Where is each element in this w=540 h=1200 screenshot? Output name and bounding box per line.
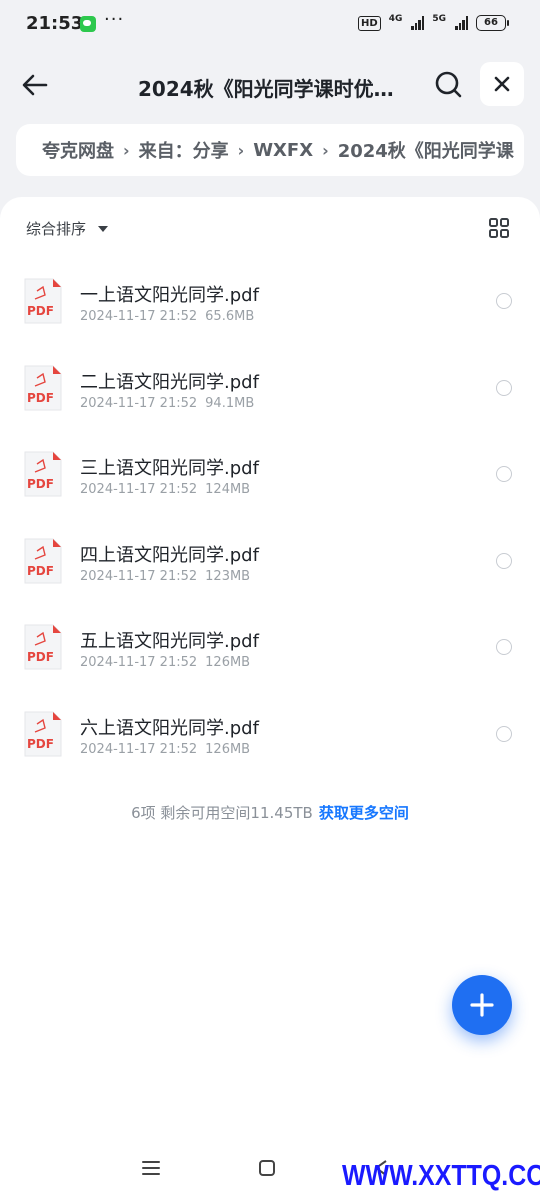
file-meta: 2024-11-17 21:52 94.1MB xyxy=(80,396,254,411)
list-item[interactable]: PDF 四上语文阳光同学.pdf 2024-11-17 21:52 123MB xyxy=(0,515,540,602)
file-size: 126MB xyxy=(205,741,251,757)
status-time: 21:53 xyxy=(26,13,84,34)
file-meta: 2024-11-17 21:52 124MB xyxy=(80,482,250,497)
select-radio[interactable] xyxy=(496,552,512,569)
file-date: 2024-11-17 21:52 xyxy=(80,568,198,584)
file-size: 123MB xyxy=(205,568,251,584)
breadcrumb: 夸克网盘 › 来自：分享 › WXFX › 2024秋《阳光同学课 xyxy=(16,124,524,176)
status-right: HD 4G 5G 66 xyxy=(358,14,509,31)
signal-icon xyxy=(411,16,425,30)
file-date: 2024-11-17 21:52 xyxy=(80,309,198,324)
chevron-right-icon: › xyxy=(237,140,245,160)
page-title: 2024秋《阳光同学课时优… xyxy=(138,77,394,101)
chevron-right-icon: › xyxy=(322,140,329,160)
file-date: 2024-11-17 21:52 xyxy=(80,741,198,757)
pdf-file-icon: PDF xyxy=(24,365,62,411)
menu-icon[interactable] xyxy=(142,1160,160,1176)
breadcrumb-item-folder[interactable]: WXFX xyxy=(253,140,313,161)
back-arrow-icon[interactable] xyxy=(18,68,52,102)
file-name: 一上语文阳光同学.pdf xyxy=(80,285,259,306)
pdf-badge: PDF xyxy=(27,391,54,405)
breadcrumb-item-root[interactable]: 夸克网盘 xyxy=(42,137,114,163)
breadcrumb-item-current[interactable]: 2024秋《阳光同学课 xyxy=(338,137,514,163)
close-button[interactable] xyxy=(480,62,524,106)
sort-label: 综合排序 xyxy=(26,220,87,238)
pdf-file-icon: PDF xyxy=(24,711,62,757)
pdf-badge: PDF xyxy=(27,304,54,318)
network-label-4g: 4G xyxy=(388,14,403,24)
pdf-file-icon: PDF xyxy=(24,278,62,324)
wechat-icon xyxy=(80,16,96,32)
file-size: 124MB xyxy=(205,482,251,498)
sort-dropdown[interactable]: 综合排序 xyxy=(26,218,109,239)
file-meta: 2024-11-17 21:52 65.6MB xyxy=(80,309,254,324)
list-item[interactable]: PDF 二上语文阳光同学.pdf 2024-11-17 21:52 94.1MB xyxy=(0,342,540,429)
watermark-text: WWW.XXTTQ.COM xyxy=(342,1160,540,1192)
plus-icon xyxy=(470,993,494,1017)
storage-summary: 6项 剩余可用空间11.45TB 获取更多空间 xyxy=(0,802,540,823)
list-item[interactable]: PDF 三上语文阳光同学.pdf 2024-11-17 21:52 124MB xyxy=(0,428,540,515)
list-item[interactable]: PDF 六上语文阳光同学.pdf 2024-11-17 21:52 126MB xyxy=(0,688,540,775)
file-name: 三上语文阳光同学.pdf xyxy=(80,458,259,480)
select-radio[interactable] xyxy=(496,725,512,742)
file-size: 94.1MB xyxy=(205,395,255,411)
top-bar: 2024秋《阳光同学课时优… xyxy=(0,56,540,116)
more-notifications-icon: ··· xyxy=(104,9,125,30)
pdf-badge: PDF xyxy=(27,564,54,578)
file-list-panel: 综合排序 PDF 一上语文阳光同学.pdf 2024-11-17 21:52 65… xyxy=(0,197,540,1200)
pdf-badge: PDF xyxy=(27,477,54,491)
network-label-5g: 5G xyxy=(432,14,446,24)
search-icon[interactable] xyxy=(432,68,466,102)
breadcrumb-item-share[interactable]: 来自：分享 xyxy=(139,137,229,163)
home-icon[interactable] xyxy=(259,1160,275,1176)
select-radio[interactable] xyxy=(496,293,512,309)
pdf-badge: PDF xyxy=(27,650,54,664)
storage-text: 6项 剩余可用空间11.45TB xyxy=(131,804,313,822)
file-meta: 2024-11-17 21:52 123MB xyxy=(80,569,250,584)
file-meta: 2024-11-17 21:52 126MB xyxy=(80,655,250,670)
file-date: 2024-11-17 21:52 xyxy=(80,395,198,411)
pdf-file-icon: PDF xyxy=(24,624,62,670)
hd-badge: HD xyxy=(358,15,381,31)
select-radio[interactable] xyxy=(496,639,512,656)
select-radio[interactable] xyxy=(496,379,512,396)
battery-icon: 66 xyxy=(476,15,509,31)
signal-icon-2 xyxy=(455,16,468,30)
add-button[interactable] xyxy=(452,975,512,1035)
list-item[interactable]: PDF 五上语文阳光同学.pdf 2024-11-17 21:52 126MB xyxy=(0,601,540,688)
list-item[interactable]: PDF 一上语文阳光同学.pdf 2024-11-17 21:52 65.6MB xyxy=(0,255,540,342)
grid-view-icon[interactable] xyxy=(488,217,510,239)
get-more-space-link[interactable]: 获取更多空间 xyxy=(319,804,409,822)
pdf-badge: PDF xyxy=(27,737,54,751)
pdf-file-icon: PDF xyxy=(24,538,62,584)
file-size: 65.6MB xyxy=(205,309,255,324)
file-date: 2024-11-17 21:52 xyxy=(80,482,198,498)
file-size: 126MB xyxy=(205,655,251,671)
close-icon xyxy=(494,76,510,92)
caret-down-icon xyxy=(98,225,109,232)
file-name: 六上语文阳光同学.pdf xyxy=(80,717,259,739)
status-bar: 21:53 ··· HD 4G 5G 66 xyxy=(0,0,540,48)
pdf-file-icon: PDF xyxy=(24,451,62,497)
chevron-right-icon: › xyxy=(123,140,130,160)
file-name: 四上语文阳光同学.pdf xyxy=(80,544,259,566)
file-name: 五上语文阳光同学.pdf xyxy=(80,631,259,653)
file-list: PDF 一上语文阳光同学.pdf 2024-11-17 21:52 65.6MB … xyxy=(0,255,540,775)
file-meta: 2024-11-17 21:52 126MB xyxy=(80,742,250,757)
select-radio[interactable] xyxy=(496,466,512,483)
file-date: 2024-11-17 21:52 xyxy=(80,655,198,671)
file-name: 二上语文阳光同学.pdf xyxy=(80,371,259,393)
